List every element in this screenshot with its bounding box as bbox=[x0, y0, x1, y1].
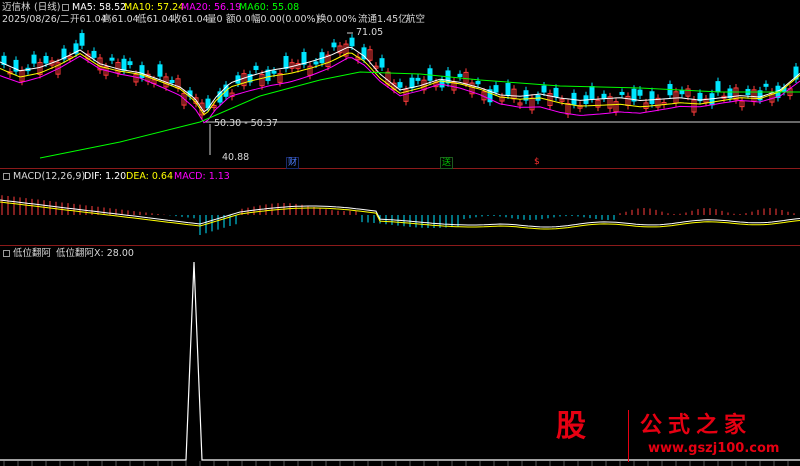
candle-body bbox=[493, 85, 499, 93]
candle-body bbox=[571, 92, 577, 105]
indicator-name: 低位翻阿 bbox=[13, 248, 52, 259]
candle-body bbox=[349, 37, 355, 47]
range-label: 50.30 - 50.37 bbox=[214, 118, 278, 129]
watermark-title: 公式之家 bbox=[640, 414, 752, 438]
stock-chart-canvas[interactable] bbox=[0, 0, 800, 466]
macd-settings-icon[interactable] bbox=[3, 173, 10, 180]
turnover: 换0.00% bbox=[317, 14, 357, 25]
candle-body bbox=[397, 82, 403, 88]
settings-square-icon[interactable] bbox=[62, 4, 69, 11]
ma5-label: MA5: 58.52 bbox=[72, 2, 127, 13]
candle-body bbox=[505, 83, 511, 96]
candle-body bbox=[409, 77, 415, 89]
macd-dif-label: DIF: 1.20 bbox=[84, 171, 127, 182]
candle-body bbox=[457, 73, 463, 78]
dea-line bbox=[0, 201, 800, 230]
candle-body bbox=[475, 80, 481, 85]
candle-body bbox=[541, 85, 547, 93]
candle-body bbox=[109, 57, 115, 61]
low-mark-label: 40.88 bbox=[222, 152, 250, 163]
candle-body bbox=[79, 33, 85, 46]
watermark-url: www.gszj100.com bbox=[648, 441, 780, 456]
candle-body bbox=[331, 42, 337, 48]
float-cap: 流通1.45亿 bbox=[358, 14, 408, 25]
macd-name: MACD(12,26,9) bbox=[13, 171, 86, 182]
amount: 额0.0 bbox=[226, 14, 251, 25]
candle-body bbox=[763, 83, 769, 87]
candle-body bbox=[121, 58, 127, 71]
candle-body bbox=[649, 91, 655, 105]
watermark-title-text: 公式之家 bbox=[640, 413, 753, 438]
stock-name: 迈信林 bbox=[2, 2, 31, 13]
candle-body bbox=[271, 70, 277, 74]
close-price: 收61.04 bbox=[172, 14, 209, 25]
dif-line bbox=[0, 199, 800, 228]
candle-body bbox=[283, 56, 289, 69]
watermark-ox-logo: 股 bbox=[556, 409, 586, 444]
candle-body bbox=[415, 77, 421, 81]
change: 幅0.00(0.00%) bbox=[251, 14, 320, 25]
event-flag-finance[interactable]: 财 bbox=[286, 157, 300, 169]
candle-body bbox=[43, 55, 49, 64]
candle-body bbox=[589, 86, 595, 100]
event-flag-dividend[interactable]: $ bbox=[533, 157, 541, 167]
candle-body bbox=[253, 65, 259, 71]
low-price: 低61.04 bbox=[137, 14, 174, 25]
indicator-series-label: 低位翻阿X: 28.00 bbox=[56, 248, 134, 259]
candle-body bbox=[379, 58, 385, 68]
macd-indicator-separator bbox=[0, 245, 800, 246]
watermark-divider bbox=[628, 410, 629, 462]
price-macd-separator bbox=[0, 168, 800, 169]
candle-body bbox=[31, 54, 37, 64]
candle-body bbox=[637, 89, 643, 96]
candle-body bbox=[619, 91, 625, 95]
candle-body bbox=[553, 87, 559, 98]
industry: 航空 bbox=[406, 14, 426, 25]
candle-body bbox=[601, 93, 607, 99]
candle-body bbox=[301, 52, 307, 65]
macd-dea-label: DEA: 0.64 bbox=[126, 171, 174, 182]
high-price: 高61.04 bbox=[102, 14, 139, 25]
volume: 量0 bbox=[207, 14, 223, 25]
candle-body bbox=[169, 79, 175, 83]
candle-body bbox=[91, 50, 97, 58]
ma20-label: MA20: 56.19 bbox=[181, 2, 242, 13]
candle-body bbox=[715, 81, 721, 93]
candle-body bbox=[313, 61, 319, 65]
period-label: (日线) bbox=[34, 2, 61, 13]
event-flag-bonus[interactable]: 送 bbox=[440, 157, 454, 169]
macd-value-label: MACD: 1.13 bbox=[174, 171, 230, 182]
ma10-label: MA10: 57.24 bbox=[124, 2, 185, 13]
ma60-label: MA60: 55.08 bbox=[239, 2, 300, 13]
high-mark-label: 71.05 bbox=[356, 27, 384, 38]
candle-body bbox=[679, 89, 685, 95]
candle-body bbox=[127, 61, 133, 66]
candle-body bbox=[157, 64, 163, 77]
indicator-settings-icon[interactable] bbox=[3, 250, 10, 257]
bar-date: 2025/08/26/二 bbox=[2, 14, 70, 25]
